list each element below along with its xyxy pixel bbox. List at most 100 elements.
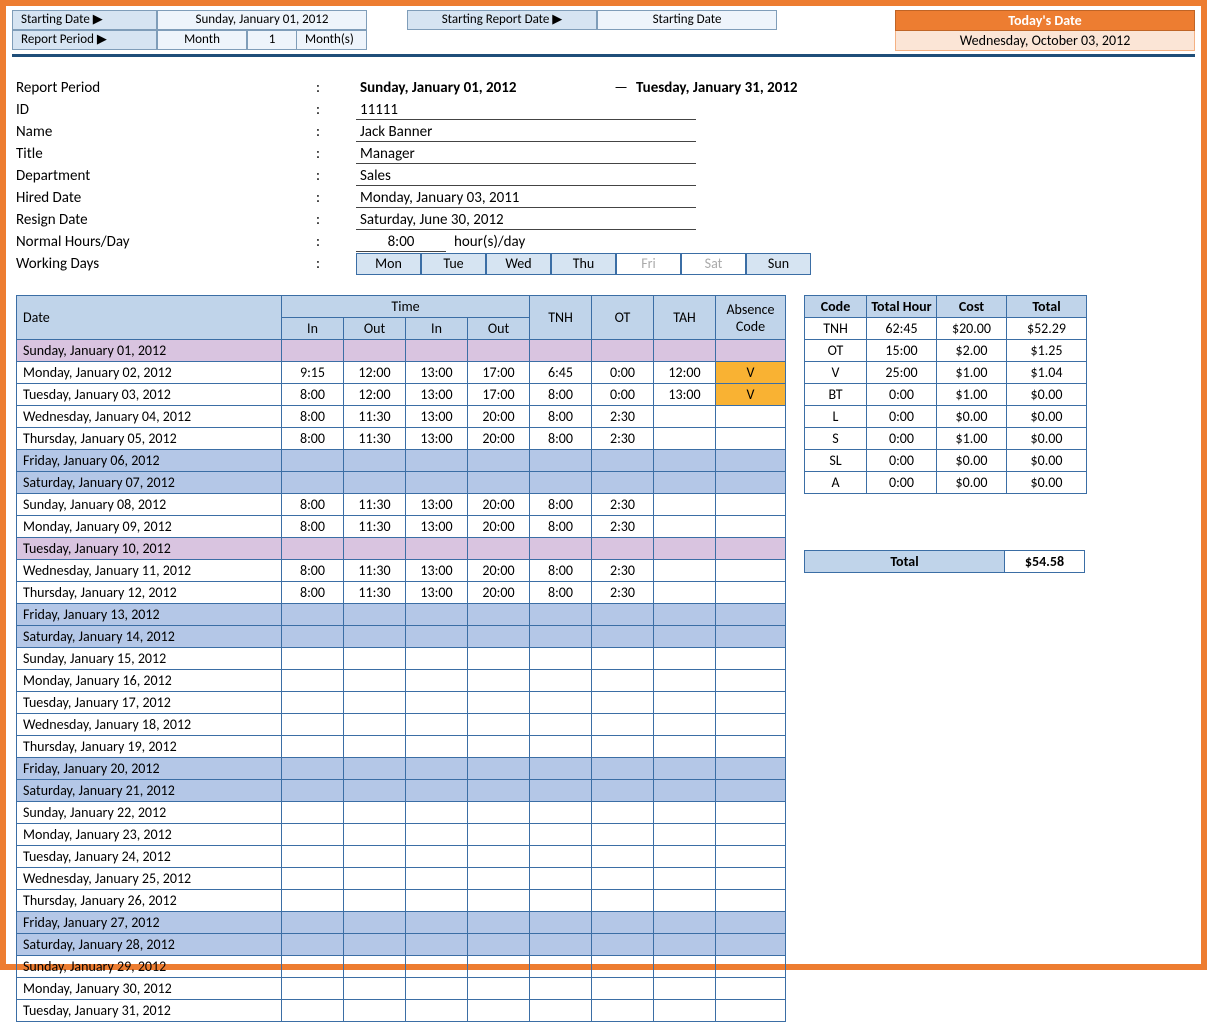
tnh-cell[interactable]	[530, 780, 592, 802]
tah-cell[interactable]	[654, 428, 716, 450]
time-out2[interactable]	[468, 780, 530, 802]
time-out2[interactable]	[468, 714, 530, 736]
time-in1[interactable]	[282, 736, 344, 758]
tnh-cell[interactable]	[530, 934, 592, 956]
working-day-cell[interactable]: Sat	[681, 253, 746, 275]
time-out1[interactable]	[344, 824, 406, 846]
tah-cell[interactable]: 12:00	[654, 362, 716, 384]
tnh-cell[interactable]	[530, 450, 592, 472]
time-out2[interactable]: 20:00	[468, 494, 530, 516]
ot-cell[interactable]	[592, 626, 654, 648]
absence-cell[interactable]	[716, 670, 786, 692]
time-in2[interactable]: 13:00	[406, 406, 468, 428]
time-in2[interactable]	[406, 450, 468, 472]
tnh-cell[interactable]: 8:00	[530, 406, 592, 428]
starting-date-value[interactable]: Sunday, January 01, 2012	[157, 10, 367, 30]
ot-cell[interactable]	[592, 890, 654, 912]
time-in2[interactable]: 13:00	[406, 362, 468, 384]
tnh-cell[interactable]: 8:00	[530, 582, 592, 604]
ot-cell[interactable]	[592, 802, 654, 824]
time-out1[interactable]	[344, 1000, 406, 1022]
time-in2[interactable]: 13:00	[406, 560, 468, 582]
time-out1[interactable]	[344, 736, 406, 758]
time-in1[interactable]: 8:00	[282, 428, 344, 450]
ot-cell[interactable]: 2:30	[592, 494, 654, 516]
time-out1[interactable]	[344, 626, 406, 648]
ot-cell[interactable]	[592, 956, 654, 978]
date-cell[interactable]: Wednesday, January 18, 2012	[17, 714, 282, 736]
time-out1[interactable]	[344, 802, 406, 824]
time-in1[interactable]	[282, 846, 344, 868]
ot-cell[interactable]	[592, 340, 654, 362]
ot-cell[interactable]: 0:00	[592, 384, 654, 406]
tnh-cell[interactable]: 6:45	[530, 362, 592, 384]
working-day-cell[interactable]: Fri	[616, 253, 681, 275]
date-cell[interactable]: Sunday, January 15, 2012	[17, 648, 282, 670]
absence-cell[interactable]	[716, 648, 786, 670]
tnh-cell[interactable]	[530, 604, 592, 626]
time-out2[interactable]	[468, 538, 530, 560]
date-cell[interactable]: Sunday, January 22, 2012	[17, 802, 282, 824]
time-out1[interactable]	[344, 890, 406, 912]
ot-cell[interactable]	[592, 868, 654, 890]
absence-cell[interactable]	[716, 406, 786, 428]
time-in1[interactable]	[282, 538, 344, 560]
ot-cell[interactable]: 2:30	[592, 428, 654, 450]
time-in1[interactable]	[282, 802, 344, 824]
time-in2[interactable]	[406, 626, 468, 648]
time-out1[interactable]	[344, 538, 406, 560]
time-in1[interactable]	[282, 472, 344, 494]
time-out2[interactable]: 20:00	[468, 406, 530, 428]
tah-cell[interactable]	[654, 868, 716, 890]
tnh-cell[interactable]: 8:00	[530, 428, 592, 450]
date-cell[interactable]: Wednesday, January 11, 2012	[17, 560, 282, 582]
absence-cell[interactable]	[716, 758, 786, 780]
date-cell[interactable]: Tuesday, January 17, 2012	[17, 692, 282, 714]
date-cell[interactable]: Friday, January 13, 2012	[17, 604, 282, 626]
time-in1[interactable]: 8:00	[282, 560, 344, 582]
time-in2[interactable]	[406, 538, 468, 560]
tnh-cell[interactable]: 8:00	[530, 494, 592, 516]
time-out2[interactable]	[468, 648, 530, 670]
time-in2[interactable]: 13:00	[406, 494, 468, 516]
ot-cell[interactable]	[592, 780, 654, 802]
ot-cell[interactable]	[592, 758, 654, 780]
tnh-cell[interactable]	[530, 736, 592, 758]
tah-cell[interactable]	[654, 978, 716, 1000]
tnh-cell[interactable]	[530, 802, 592, 824]
time-out1[interactable]: 11:30	[344, 516, 406, 538]
time-out2[interactable]: 20:00	[468, 516, 530, 538]
time-out2[interactable]	[468, 692, 530, 714]
ot-cell[interactable]	[592, 538, 654, 560]
time-in2[interactable]	[406, 934, 468, 956]
tnh-cell[interactable]	[530, 978, 592, 1000]
date-cell[interactable]: Monday, January 16, 2012	[17, 670, 282, 692]
ot-cell[interactable]	[592, 472, 654, 494]
tah-cell[interactable]	[654, 494, 716, 516]
time-out1[interactable]	[344, 692, 406, 714]
tnh-cell[interactable]	[530, 472, 592, 494]
ot-cell[interactable]	[592, 978, 654, 1000]
tnh-cell[interactable]	[530, 648, 592, 670]
time-out2[interactable]	[468, 340, 530, 362]
tah-cell[interactable]	[654, 560, 716, 582]
time-in2[interactable]	[406, 648, 468, 670]
absence-cell[interactable]	[716, 340, 786, 362]
date-cell[interactable]: Thursday, January 26, 2012	[17, 890, 282, 912]
ot-cell[interactable]	[592, 934, 654, 956]
time-out1[interactable]	[344, 978, 406, 1000]
tnh-cell[interactable]	[530, 692, 592, 714]
ot-cell[interactable]: 2:30	[592, 582, 654, 604]
report-period-qty[interactable]: 1	[247, 30, 297, 50]
time-out1[interactable]	[344, 956, 406, 978]
date-cell[interactable]: Tuesday, January 10, 2012	[17, 538, 282, 560]
time-out1[interactable]	[344, 450, 406, 472]
working-day-cell[interactable]: Mon	[356, 253, 421, 275]
time-in1[interactable]: 9:15	[282, 362, 344, 384]
time-in2[interactable]	[406, 890, 468, 912]
time-in1[interactable]	[282, 648, 344, 670]
tah-cell[interactable]	[654, 780, 716, 802]
starting-report-value[interactable]: Starting Date	[597, 10, 777, 30]
ot-cell[interactable]	[592, 604, 654, 626]
time-out2[interactable]	[468, 890, 530, 912]
